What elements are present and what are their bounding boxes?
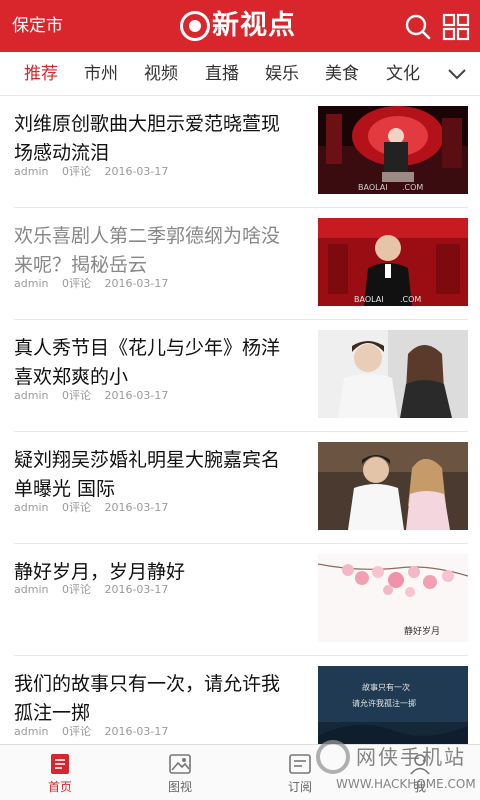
more-tabs-button[interactable]	[446, 64, 468, 84]
news-item[interactable]: 疑刘翔吴莎婚礼明星大腕嘉宾名单曝光 国际 admin 0评论 2016-03-1…	[0, 432, 480, 544]
news-date: 2016-03-17	[104, 501, 169, 514]
thumb-calligraphy: 静好岁月	[404, 625, 440, 637]
news-thumbnail	[318, 442, 468, 530]
city-selector[interactable]: 保定市	[12, 14, 63, 38]
news-author: admin	[14, 583, 49, 596]
news-date: 2016-03-17	[104, 389, 169, 402]
tab-city[interactable]: 市州	[84, 52, 118, 96]
news-author: admin	[14, 277, 49, 290]
subscribe-icon	[288, 753, 312, 775]
search-button[interactable]	[404, 13, 432, 41]
category-tabs: 推荐 市州 视频 直播 娱乐 美食 文化	[0, 52, 480, 96]
grid-menu-button[interactable]	[442, 13, 470, 41]
logo-mark-icon	[180, 11, 210, 41]
tab-recommend[interactable]: 推荐	[24, 52, 58, 96]
news-item[interactable]: 真人秀节目《花儿与少年》杨洋喜欢郑爽的小 admin 0评论 2016-03-1…	[0, 320, 480, 432]
news-thumbnail: BAOLAI .COM	[318, 218, 468, 306]
news-item[interactable]: 欢乐喜剧人第二季郭德纲为啥没来呢？揭秘岳云 admin 0评论 2016-03-…	[0, 208, 480, 320]
news-title: 我们的故事只有一次，请允许我孤注一掷	[14, 673, 281, 724]
home-doc-icon	[48, 753, 72, 775]
user-icon	[408, 753, 432, 775]
news-author: admin	[14, 501, 49, 514]
search-icon	[405, 14, 431, 40]
news-thumbnail	[318, 330, 468, 418]
news-meta: admin 0评论 2016-03-17	[14, 582, 178, 598]
nav-home-label: 首页	[47, 780, 72, 794]
nav-pictures-label: 图视	[167, 780, 192, 794]
tab-food[interactable]: 美食	[325, 52, 359, 96]
thumb-watermark: BAOLAI	[354, 295, 384, 304]
nav-pictures[interactable]: 图视	[120, 745, 240, 800]
news-comments: 0评论	[61, 389, 91, 402]
news-meta: admin 0评论 2016-03-17	[14, 724, 178, 740]
nav-me[interactable]: 我	[360, 745, 480, 800]
news-thumbnail: BAOLAI .COM	[318, 106, 468, 194]
news-meta: admin 0评论 2016-03-17	[14, 388, 178, 404]
picture-icon	[168, 753, 192, 775]
thumb-watermark-suffix: .COM	[400, 295, 421, 304]
logo-text: 新视点	[212, 10, 296, 41]
grid-icon	[442, 13, 470, 41]
news-item[interactable]: 静好岁月，岁月静好 admin 0评论 2016-03-17 静好岁月	[0, 544, 480, 656]
nav-subscribe-label: 订阅	[287, 780, 312, 794]
nav-me-label: 我	[413, 780, 426, 794]
news-item[interactable]: 刘维原创歌曲大胆示爱范晓萱现场感动流泪 admin 0评论 2016-03-17…	[0, 96, 480, 208]
news-comments: 0评论	[61, 725, 91, 738]
app-logo: 新视点	[180, 8, 296, 44]
news-meta: admin 0评论 2016-03-17	[14, 500, 178, 516]
tab-culture[interactable]: 文化	[386, 52, 420, 96]
thumb-watermark-suffix: .COM	[402, 183, 423, 192]
news-author: admin	[14, 725, 49, 738]
news-date: 2016-03-17	[104, 725, 169, 738]
tab-video[interactable]: 视频	[144, 52, 178, 96]
news-comments: 0评论	[61, 277, 91, 290]
news-thumbnail: 静好岁月	[318, 554, 468, 642]
tab-entertainment[interactable]: 娱乐	[265, 52, 299, 96]
news-thumbnail: 故事只有一次 请允许我孤注一掷	[318, 666, 468, 744]
news-author: admin	[14, 389, 49, 402]
bottom-navigation: 首页 图视 订阅 我	[0, 744, 480, 800]
news-title: 欢乐喜剧人第二季郭德纲为啥没来呢？揭秘岳云	[14, 225, 281, 276]
thumb-poem-line2: 请允许我孤注一掷	[352, 698, 416, 708]
news-item[interactable]: 我们的故事只有一次，请允许我孤注一掷 admin 0评论 2016-03-17 …	[0, 656, 480, 744]
news-date: 2016-03-17	[104, 277, 169, 290]
news-author: admin	[14, 165, 49, 178]
news-title: 真人秀节目《花儿与少年》杨洋喜欢郑爽的小	[14, 337, 281, 388]
news-title: 刘维原创歌曲大胆示爱范晓萱现场感动流泪	[14, 113, 281, 164]
news-date: 2016-03-17	[104, 165, 169, 178]
thumb-poem-line1: 故事只有一次	[362, 682, 410, 692]
nav-home[interactable]: 首页	[0, 745, 120, 800]
chevron-down-icon	[448, 69, 466, 80]
news-feed: 刘维原创歌曲大胆示爱范晓萱现场感动流泪 admin 0评论 2016-03-17…	[0, 96, 480, 744]
thumb-watermark: BAOLAI	[358, 183, 388, 192]
news-comments: 0评论	[61, 583, 91, 596]
nav-subscribe[interactable]: 订阅	[240, 745, 360, 800]
news-comments: 0评论	[61, 165, 91, 178]
news-meta: admin 0评论 2016-03-17	[14, 164, 178, 180]
news-comments: 0评论	[61, 501, 91, 514]
app-header: 保定市 新视点	[0, 0, 480, 52]
news-title: 疑刘翔吴莎婚礼明星大腕嘉宾名单曝光 国际	[14, 449, 281, 500]
news-date: 2016-03-17	[104, 583, 169, 596]
tab-live[interactable]: 直播	[205, 52, 239, 96]
news-meta: admin 0评论 2016-03-17	[14, 276, 178, 292]
